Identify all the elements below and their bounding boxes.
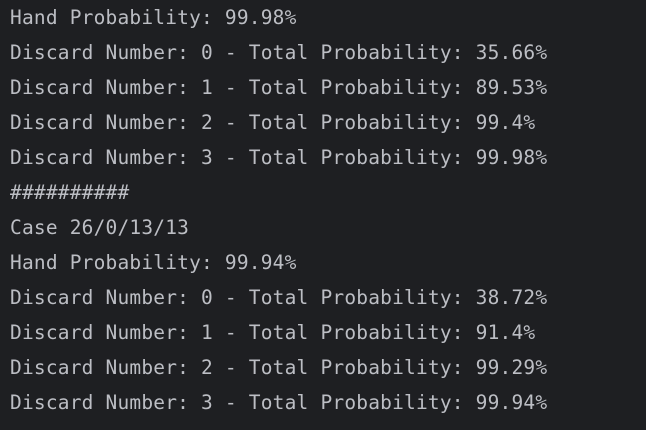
console-line: Discard Number: 2 - Total Probability: 9… [10, 111, 536, 134]
console-line: Discard Number: 1 - Total Probability: 8… [10, 76, 548, 99]
console-line: Discard Number: 3 - Total Probability: 9… [10, 391, 548, 414]
console-line: Hand Probability: 99.94% [10, 251, 297, 274]
console-line: ########## [10, 181, 130, 204]
console-line: Discard Number: 0 - Total Probability: 3… [10, 41, 548, 64]
console-line: Discard Number: 1 - Total Probability: 9… [10, 321, 536, 344]
console-line: Discard Number: 0 - Total Probability: 3… [10, 286, 548, 309]
console-line: Discard Number: 2 - Total Probability: 9… [10, 356, 548, 379]
console-line: Case 26/0/13/13 [10, 216, 190, 239]
console-output[interactable]: Hand Probability: 99.98% Discard Number:… [0, 0, 646, 430]
console-line: Discard Number: 3 - Total Probability: 9… [10, 146, 548, 169]
console-line: Hand Probability: 99.98% [10, 6, 297, 29]
